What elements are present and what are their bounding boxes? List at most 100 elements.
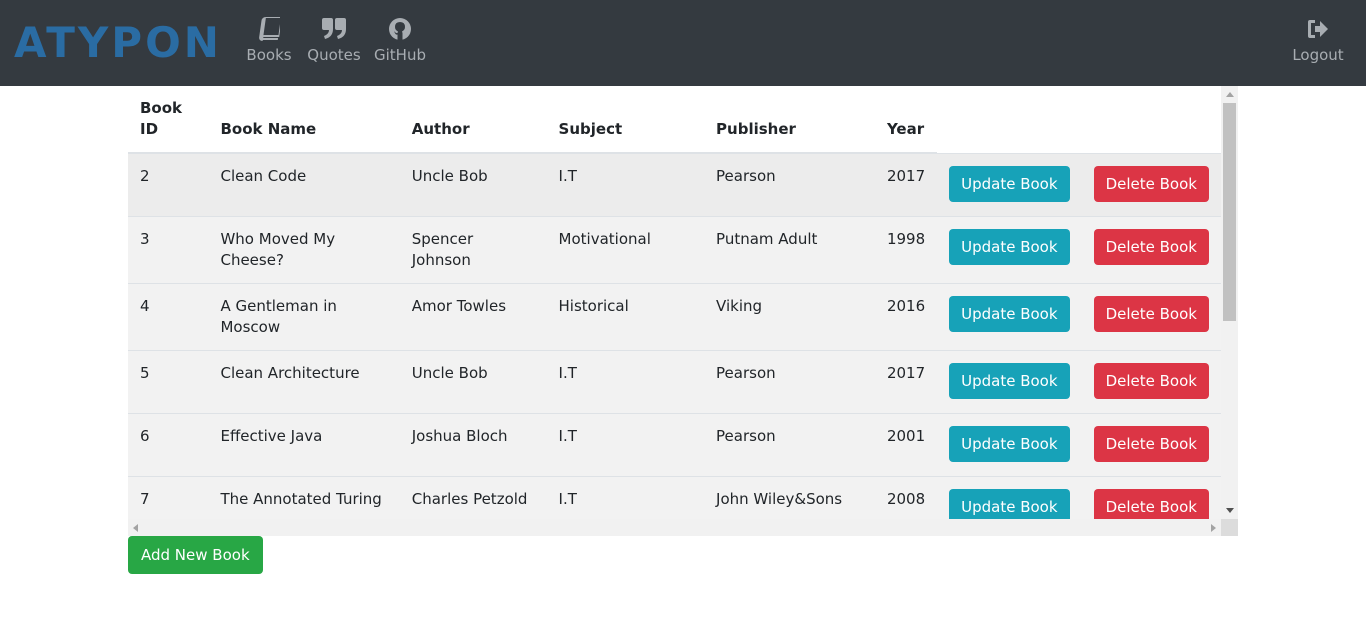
- cell-author: Joshua Bloch: [399, 412, 547, 476]
- header-book-id-line1: Book: [140, 99, 183, 117]
- table-row: 4A Gentleman in Moscow Amor Towles Histori…: [128, 282, 1221, 350]
- cell-name: The Annotated Turing: [208, 475, 400, 519]
- delete-book-button[interactable]: Delete Book: [1093, 425, 1209, 462]
- books-table-scroll-area: Book ID Book Name Author Subject Publishe…: [128, 86, 1221, 519]
- delete-book-button[interactable]: Delete Book: [1093, 165, 1209, 202]
- update-book-button[interactable]: Update Book: [949, 295, 1070, 332]
- cell-id: 4: [128, 282, 209, 350]
- cell-subject: I.T: [546, 152, 705, 216]
- books-table: Book ID Book Name Author Subject Publishe…: [128, 86, 1221, 519]
- header-delete-blank: [1082, 86, 1221, 153]
- header-author: Author: [399, 86, 547, 154]
- cell-update: Update Book: [937, 412, 1082, 476]
- cell-id: 2: [128, 152, 209, 216]
- top-navbar: ATYPON Books Quotes GitHub Logout: [0, 0, 1366, 86]
- cell-delete: Delete Book: [1081, 412, 1221, 476]
- vertical-scroll-thumb[interactable]: [1223, 103, 1236, 321]
- update-book-button[interactable]: Update Book: [949, 165, 1070, 202]
- cell-name: Who Moved My Cheese?: [208, 215, 400, 283]
- cell-subject: I.T: [546, 412, 705, 476]
- delete-book-button[interactable]: Delete Book: [1093, 488, 1209, 519]
- cell-delete: Delete Book: [1081, 282, 1221, 350]
- cell-id: 5: [128, 349, 209, 413]
- table-header-row: Book ID Book Name Author Subject Publishe…: [128, 86, 1221, 154]
- nav-logout[interactable]: Logout: [1290, 16, 1346, 72]
- add-new-book-button[interactable]: Add New Book: [128, 536, 263, 574]
- cell-year: 2016: [874, 282, 938, 350]
- scrollbar-corner: [1221, 519, 1238, 536]
- header-book-id: Book ID: [128, 86, 209, 154]
- cell-year: 2017: [874, 152, 938, 216]
- nav-quotes-label: Quotes: [307, 46, 361, 64]
- nav-github[interactable]: GitHub: [374, 16, 426, 72]
- cell-name: Effective Java: [208, 412, 400, 476]
- cell-delete: Delete Book: [1081, 152, 1221, 216]
- scroll-down-arrow-icon[interactable]: [1226, 508, 1234, 513]
- table-row: 6 Effective Java Joshua Bloch I.T Pearson 200…: [128, 412, 1221, 476]
- cell-delete: Delete Book: [1081, 215, 1221, 283]
- cell-update: Update Book: [937, 475, 1082, 519]
- cell-year: 2001: [874, 412, 938, 476]
- logo-text: ATYPON: [14, 18, 222, 67]
- update-book-button[interactable]: Update Book: [949, 228, 1070, 265]
- table-row: 7 The Annotated Turing Charles Petzold I.T J…: [128, 475, 1221, 519]
- cell-publisher: Pearson: [704, 152, 875, 216]
- cell-publisher: Viking: [704, 282, 875, 350]
- cell-update: Update Book: [937, 349, 1082, 413]
- cell-publisher: John Wiley&Sons: [704, 475, 875, 519]
- update-book-button[interactable]: Update Book: [949, 425, 1070, 462]
- scroll-left-arrow-icon[interactable]: [133, 524, 138, 532]
- nav-books[interactable]: Books: [246, 16, 292, 72]
- scroll-up-arrow-icon[interactable]: [1226, 92, 1234, 97]
- cell-id: 3: [128, 215, 209, 283]
- delete-book-button[interactable]: Delete Book: [1093, 295, 1209, 332]
- cell-name: Clean Code: [208, 152, 400, 216]
- books-table-body: 2 Clean Code Uncle Bob I.T Pearson 2017 Update…: [128, 152, 1221, 519]
- cell-subject: I.T: [546, 475, 705, 519]
- nav-github-label: GitHub: [374, 46, 426, 64]
- nav-quotes[interactable]: Quotes: [307, 16, 361, 72]
- header-publisher: Publisher: [704, 86, 875, 154]
- horizontal-scrollbar[interactable]: [128, 519, 1221, 536]
- header-subject: Subject: [546, 86, 705, 154]
- cell-delete: Delete Book: [1081, 475, 1221, 519]
- github-icon: [388, 16, 412, 42]
- header-book-name: Book Name: [208, 86, 400, 154]
- cell-publisher: Putnam Adult: [704, 215, 875, 283]
- book-icon: [258, 16, 280, 42]
- cell-id: 7: [128, 475, 209, 519]
- cell-update: Update Book: [937, 152, 1082, 216]
- nav-logout-label: Logout: [1292, 46, 1344, 64]
- header-year: Year: [874, 86, 938, 154]
- update-book-button[interactable]: Update Book: [949, 488, 1070, 519]
- cell-subject: Historical: [546, 282, 705, 350]
- table-row: 2 Clean Code Uncle Bob I.T Pearson 2017 Update…: [128, 152, 1221, 216]
- cell-delete: Delete Book: [1081, 349, 1221, 413]
- quote-icon: [321, 16, 347, 42]
- nav-books-label: Books: [246, 46, 292, 64]
- books-table-container[interactable]: Book ID Book Name Author Subject Publishe…: [128, 86, 1238, 536]
- vertical-scrollbar[interactable]: [1221, 86, 1238, 519]
- cell-subject: I.T: [546, 349, 705, 413]
- cell-author: Charles Petzold: [399, 475, 547, 519]
- cell-update: Update Book: [937, 215, 1082, 283]
- delete-book-button[interactable]: Delete Book: [1093, 362, 1209, 399]
- table-row: 5 Clean Architecture Uncle Bob I.T Pearson 20…: [128, 349, 1221, 413]
- cell-id: 6: [128, 412, 209, 476]
- cell-update: Update Book: [937, 282, 1082, 350]
- header-book-id-line2: ID: [140, 120, 159, 138]
- cell-publisher: Pearson: [704, 412, 875, 476]
- atypon-logo[interactable]: ATYPON: [14, 18, 222, 68]
- cell-publisher: Pearson: [704, 349, 875, 413]
- sign-out-icon: [1306, 16, 1330, 42]
- scroll-right-arrow-icon[interactable]: [1211, 524, 1216, 532]
- delete-book-button[interactable]: Delete Book: [1093, 228, 1209, 265]
- cell-name: Clean Architecture: [208, 349, 400, 413]
- header-update-blank: [937, 86, 1081, 153]
- cell-year: 2017: [874, 349, 938, 413]
- cell-author: Uncle Bob: [399, 349, 547, 413]
- cell-subject: Motivational: [546, 215, 705, 283]
- cell-author: Amor Towles: [399, 282, 547, 350]
- table-row: 3 Who Moved My Cheese? Spencer Johnson Moti…: [128, 215, 1221, 283]
- update-book-button[interactable]: Update Book: [949, 362, 1070, 399]
